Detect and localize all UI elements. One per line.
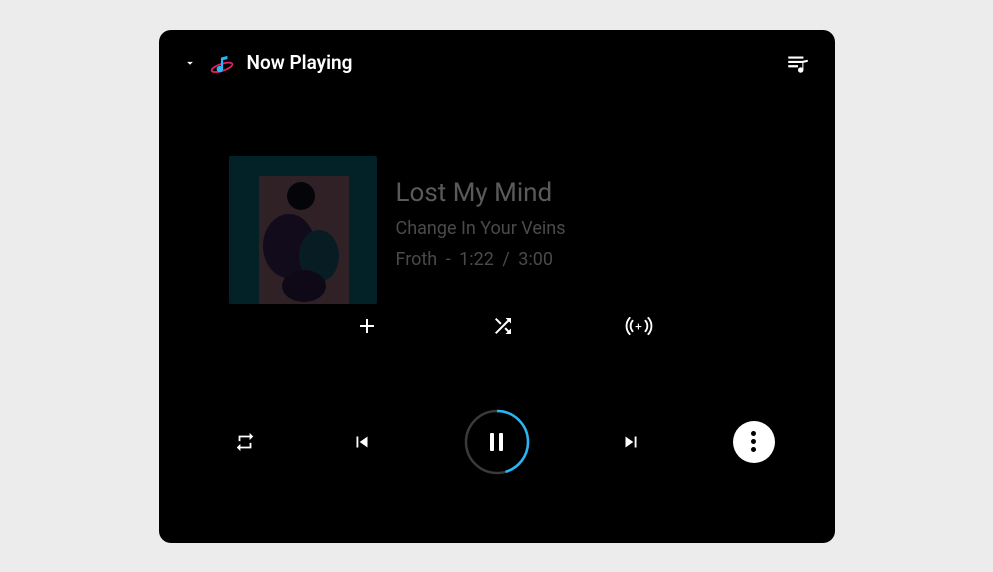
album-art	[229, 156, 377, 304]
skip-previous-icon	[351, 431, 373, 453]
playback-controls	[159, 409, 835, 475]
broadcast-plus-icon	[625, 312, 653, 340]
meta-separator: -	[446, 249, 451, 270]
progress-ring	[464, 409, 530, 475]
plus-icon	[355, 314, 379, 338]
secondary-actions-row	[159, 310, 835, 342]
dot-icon	[751, 439, 756, 444]
elapsed-time: 1:22	[459, 249, 494, 270]
repeat-icon	[234, 431, 256, 453]
play-pause-button[interactable]	[464, 409, 530, 475]
app-logo-icon	[209, 50, 235, 76]
track-artist: Froth	[396, 249, 438, 270]
track-info: Lost My Mind Change In Your Veins Froth …	[396, 178, 566, 270]
header-title: Now Playing	[247, 51, 353, 74]
music-player: Now Playing Lost My Mind Change In Your …	[159, 30, 835, 543]
shuffle-button[interactable]	[487, 310, 519, 342]
chevron-down-icon	[183, 56, 197, 70]
track-title: Lost My Mind	[396, 178, 566, 208]
queue-button[interactable]	[785, 50, 811, 76]
shuffle-icon	[491, 314, 515, 338]
previous-button[interactable]	[346, 426, 378, 458]
repeat-button[interactable]	[229, 426, 261, 458]
track-meta: Froth - 1:22 / 3:00	[396, 249, 566, 270]
more-options-button[interactable]	[733, 421, 775, 463]
dot-icon	[751, 447, 756, 452]
time-separator: /	[502, 249, 509, 270]
next-button[interactable]	[615, 426, 647, 458]
add-to-playlist-button[interactable]	[351, 310, 383, 342]
skip-next-icon	[620, 431, 642, 453]
collapse-button[interactable]	[183, 56, 197, 70]
broadcast-button[interactable]	[623, 310, 655, 342]
total-time: 3:00	[518, 249, 553, 270]
playlist-icon	[785, 50, 811, 76]
header-bar: Now Playing	[159, 30, 835, 96]
dot-icon	[751, 431, 756, 436]
track-album: Change In Your Veins	[396, 218, 566, 239]
